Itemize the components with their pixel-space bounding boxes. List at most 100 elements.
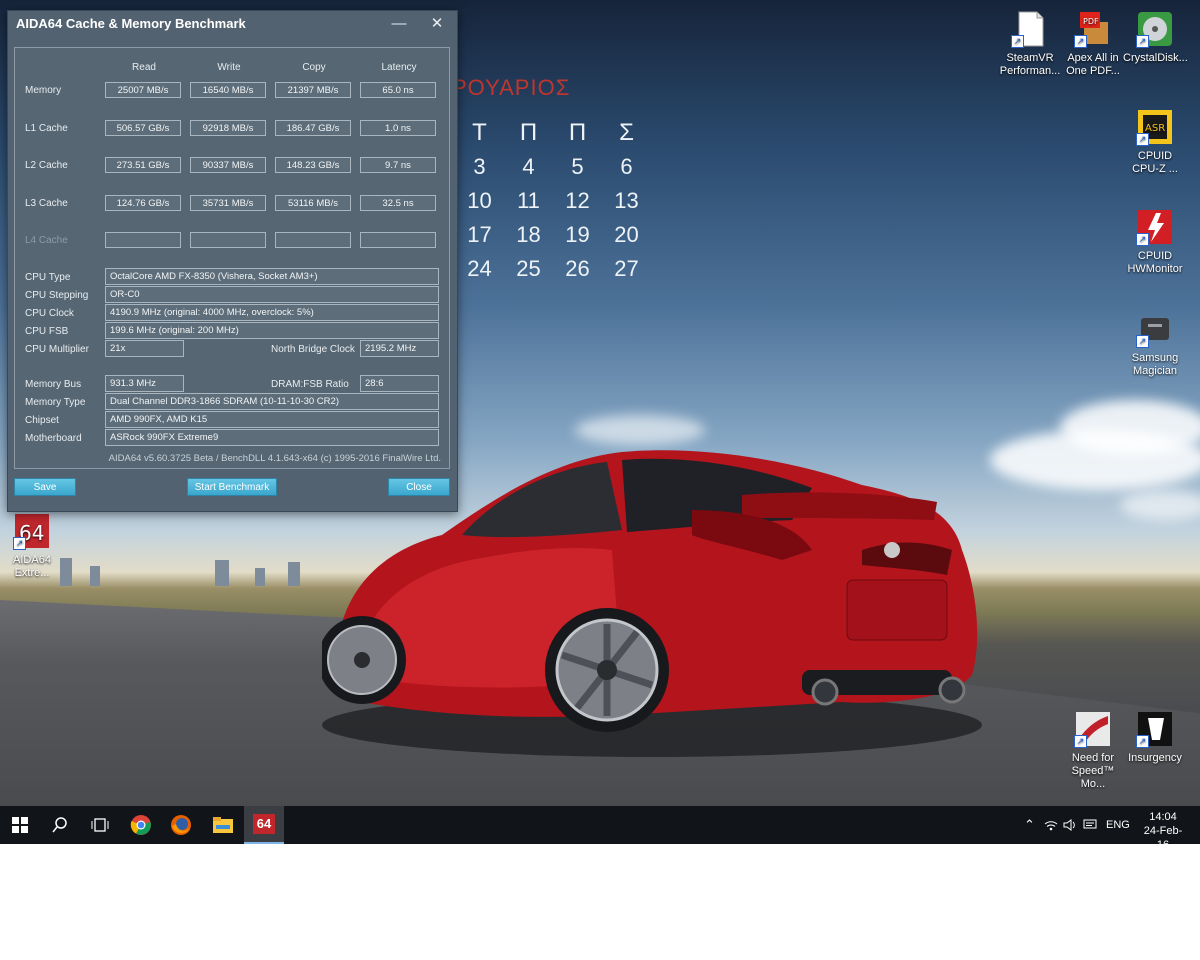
language-indicator[interactable]: ENG: [1106, 806, 1130, 844]
desktop-icon-label: Apex All in One PDF...: [1066, 52, 1120, 77]
clock-time: 14:04: [1149, 811, 1177, 823]
shortcut-arrow-icon: ↗: [1136, 735, 1149, 748]
disk-icon: ↗: [1136, 10, 1174, 48]
speaker-icon: [1063, 819, 1075, 832]
l4-latency-value: [360, 232, 436, 248]
l2-read-value: 273.51 GB/s: [105, 157, 181, 173]
calendar-day: 4: [522, 154, 535, 179]
task-view-icon: [91, 818, 109, 832]
calendar-day-header: Π: [568, 119, 587, 146]
desktop-icon-apex-pdf[interactable]: PDF ↗ Apex All in One PDF...: [1061, 10, 1125, 78]
l1-write-value: 92918 MB/s: [190, 120, 266, 136]
hwmonitor-icon: ↗: [1136, 208, 1174, 246]
l3-read-value: 124.76 GB/s: [105, 195, 181, 211]
aida64-taskbar-button[interactable]: 64: [244, 806, 284, 844]
show-hidden-icons-button[interactable]: ⌃: [1024, 806, 1035, 844]
l3-latency-value: 32.5 ns: [360, 195, 436, 211]
calendar-day: 17: [467, 222, 492, 247]
search-icon: [52, 817, 67, 833]
desktop-icon-hwmonitor[interactable]: ↗ CPUID HWMonitor: [1123, 208, 1187, 276]
version-copyright-note: AIDA64 v5.60.3725 Beta / BenchDLL 4.1.64…: [108, 453, 441, 464]
clock[interactable]: 14:04 24-Feb-16: [1140, 806, 1186, 851]
chrome-icon: [130, 815, 151, 835]
cloud: [1120, 490, 1200, 520]
skyline-building: [90, 566, 100, 586]
cloud: [1060, 400, 1200, 455]
calendar-day: 20: [614, 222, 639, 247]
chevron-up-icon: ⌃: [1024, 817, 1035, 832]
calendar-grid: Τ Π Π Σ 3 4 5 6 10 11 12 13 17 18 19 20 …: [455, 118, 651, 284]
desktop-icon-cpuz[interactable]: ASR ↗ CPUID CPU-Z ...: [1123, 108, 1187, 176]
desktop-icon-label: SteamVR Performan...: [999, 52, 1061, 77]
firefox-taskbar-button[interactable]: [161, 806, 201, 844]
calendar-day-header: Τ: [472, 119, 487, 146]
l2-latency-value: 9.7 ns: [360, 157, 436, 173]
aida64-icon: 64: [253, 814, 275, 834]
motherboard-value: ASRock 990FX Extreme9: [105, 429, 439, 446]
calendar-day: 5: [571, 154, 584, 179]
memory-type-value: Dual Channel DDR3-1866 SDRAM (10-11-10-3…: [105, 393, 439, 410]
calendar-day: 19: [565, 222, 590, 247]
l1-copy-value: 186.47 GB/s: [275, 120, 351, 136]
memory-write-value: 16540 MB/s: [190, 82, 266, 98]
skyline-building: [255, 568, 265, 586]
row-label-l2: L2 Cache: [25, 160, 68, 171]
memory-copy-value: 21397 MB/s: [275, 82, 351, 98]
shortcut-arrow-icon: ↗: [13, 537, 26, 550]
desktop-icon-steamvr[interactable]: ↗ SteamVR Performan...: [998, 10, 1062, 78]
calendar-day: 11: [517, 188, 540, 213]
memory-bus-value: 931.3 MHz: [105, 375, 184, 392]
minimize-button[interactable]: —: [381, 11, 417, 37]
row-label-memory: Memory: [25, 85, 62, 96]
shortcut-arrow-icon: ↗: [1074, 735, 1087, 748]
shortcut-arrow-icon: ↗: [1136, 133, 1149, 146]
window-titlebar[interactable]: AIDA64 Cache & Memory Benchmark — ✕: [8, 11, 457, 37]
cpu-clock-label: CPU Clock: [25, 308, 74, 319]
calendar-day-header: Σ: [619, 119, 634, 146]
calendar-day: 3: [473, 154, 486, 179]
close-window-button[interactable]: ✕: [419, 11, 455, 37]
close-button[interactable]: Close: [388, 478, 450, 496]
calendar-day: 13: [614, 188, 639, 213]
desktop-icon-crystaldisk[interactable]: ↗ CrystalDisk...: [1123, 10, 1188, 65]
desktop-icon-label: CrystalDisk...: [1123, 52, 1188, 64]
desktop-icon-label: Need for Speed™ Mo...: [1071, 752, 1115, 790]
dram-fsb-label: DRAM:FSB Ratio: [271, 379, 349, 390]
calendar-day: 12: [565, 188, 590, 213]
calendar-month: ΡΟΥΑΡΙΟΣ: [452, 75, 571, 100]
l3-copy-value: 53116 MB/s: [275, 195, 351, 211]
network-tray-button[interactable]: [1044, 806, 1058, 844]
search-button[interactable]: [40, 806, 80, 844]
cpu-clock-value: 4190.9 MHz (original: 4000 MHz, overcloc…: [105, 304, 439, 321]
desktop-icon-samsung-magician[interactable]: ↗ Samsung Magician: [1123, 310, 1187, 378]
cpu-multiplier-label: CPU Multiplier: [25, 344, 89, 355]
save-button[interactable]: Save: [14, 478, 76, 496]
cpu-fsb-label: CPU FSB: [25, 326, 69, 337]
desktop-icon-need-for-speed[interactable]: ↗ Need for Speed™ Mo...: [1061, 710, 1125, 791]
chrome-taskbar-button[interactable]: [121, 806, 161, 844]
nfs-icon: ↗: [1074, 710, 1112, 748]
dram-fsb-value: 28:6: [360, 375, 439, 392]
start-button[interactable]: [0, 806, 40, 844]
pdf-box-icon: PDF ↗: [1074, 10, 1112, 48]
shortcut-arrow-icon: ↗: [1011, 35, 1024, 48]
desktop-icon-insurgency[interactable]: ↗ Insurgency: [1123, 710, 1187, 765]
desktop-icon-aida64[interactable]: 64 ↗ AIDA64 Extre...: [0, 512, 64, 580]
shortcut-arrow-icon: ↗: [1074, 35, 1087, 48]
l4-copy-value: [275, 232, 351, 248]
calendar-day: 6: [620, 154, 633, 179]
file-explorer-taskbar-button[interactable]: [203, 806, 243, 844]
l1-read-value: 506.57 GB/s: [105, 120, 181, 136]
memory-bus-label: Memory Bus: [25, 379, 82, 390]
memory-latency-value: 65.0 ns: [360, 82, 436, 98]
l2-copy-value: 148.23 GB/s: [275, 157, 351, 173]
l4-write-value: [190, 232, 266, 248]
chipset-label: Chipset: [25, 415, 59, 426]
task-view-button[interactable]: [80, 806, 120, 844]
desktop-icon-label: Samsung Magician: [1131, 352, 1179, 377]
document-icon: ↗: [1011, 10, 1049, 48]
action-center-button[interactable]: [1083, 806, 1097, 844]
volume-tray-button[interactable]: [1063, 806, 1077, 844]
benchmark-window: AIDA64 Cache & Memory Benchmark — ✕ Read…: [7, 10, 458, 512]
start-benchmark-button[interactable]: Start Benchmark: [187, 478, 277, 496]
